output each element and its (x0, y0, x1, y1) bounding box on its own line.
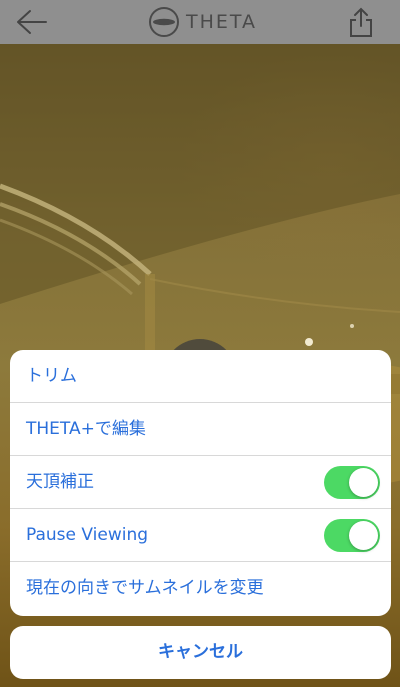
menu-item-zenith-correction: 天頂補正 (10, 456, 391, 509)
menu-item-trim[interactable]: トリム (10, 350, 391, 403)
theta-logo-icon (149, 7, 179, 37)
menu-item-edit-theta-plus[interactable]: THETA+で編集 (10, 403, 391, 456)
zenith-correction-toggle[interactable] (324, 466, 380, 499)
toggle-knob (349, 468, 378, 497)
menu-item-label: 天頂補正 (26, 472, 94, 492)
top-navigation-bar: THETA (0, 0, 400, 44)
share-icon[interactable] (348, 6, 374, 38)
arrow-left-icon[interactable] (14, 8, 50, 36)
menu-item-label: トリム (26, 366, 77, 386)
menu-item-pause-viewing: Pause Viewing (10, 509, 391, 562)
menu-item-change-thumbnail[interactable]: 現在の向きでサムネイルを変更 (10, 562, 391, 615)
toggle-knob (349, 521, 378, 550)
theta-logo: THETA (148, 6, 257, 38)
action-sheet: トリム THETA+で編集 天頂補正 Pause Viewing 現在の向きでサ… (10, 350, 391, 616)
cancel-button[interactable]: キャンセル (10, 626, 391, 679)
logo-text: THETA (186, 11, 258, 33)
menu-item-label: THETA+で編集 (26, 419, 146, 439)
menu-item-label: 現在の向きでサムネイルを変更 (26, 578, 264, 598)
pause-viewing-toggle[interactable] (324, 519, 380, 552)
photo-viewer-screen: ★ THETA トリム THETA+で編集 天頂補正 (0, 0, 400, 687)
menu-item-label: Pause Viewing (26, 525, 149, 545)
